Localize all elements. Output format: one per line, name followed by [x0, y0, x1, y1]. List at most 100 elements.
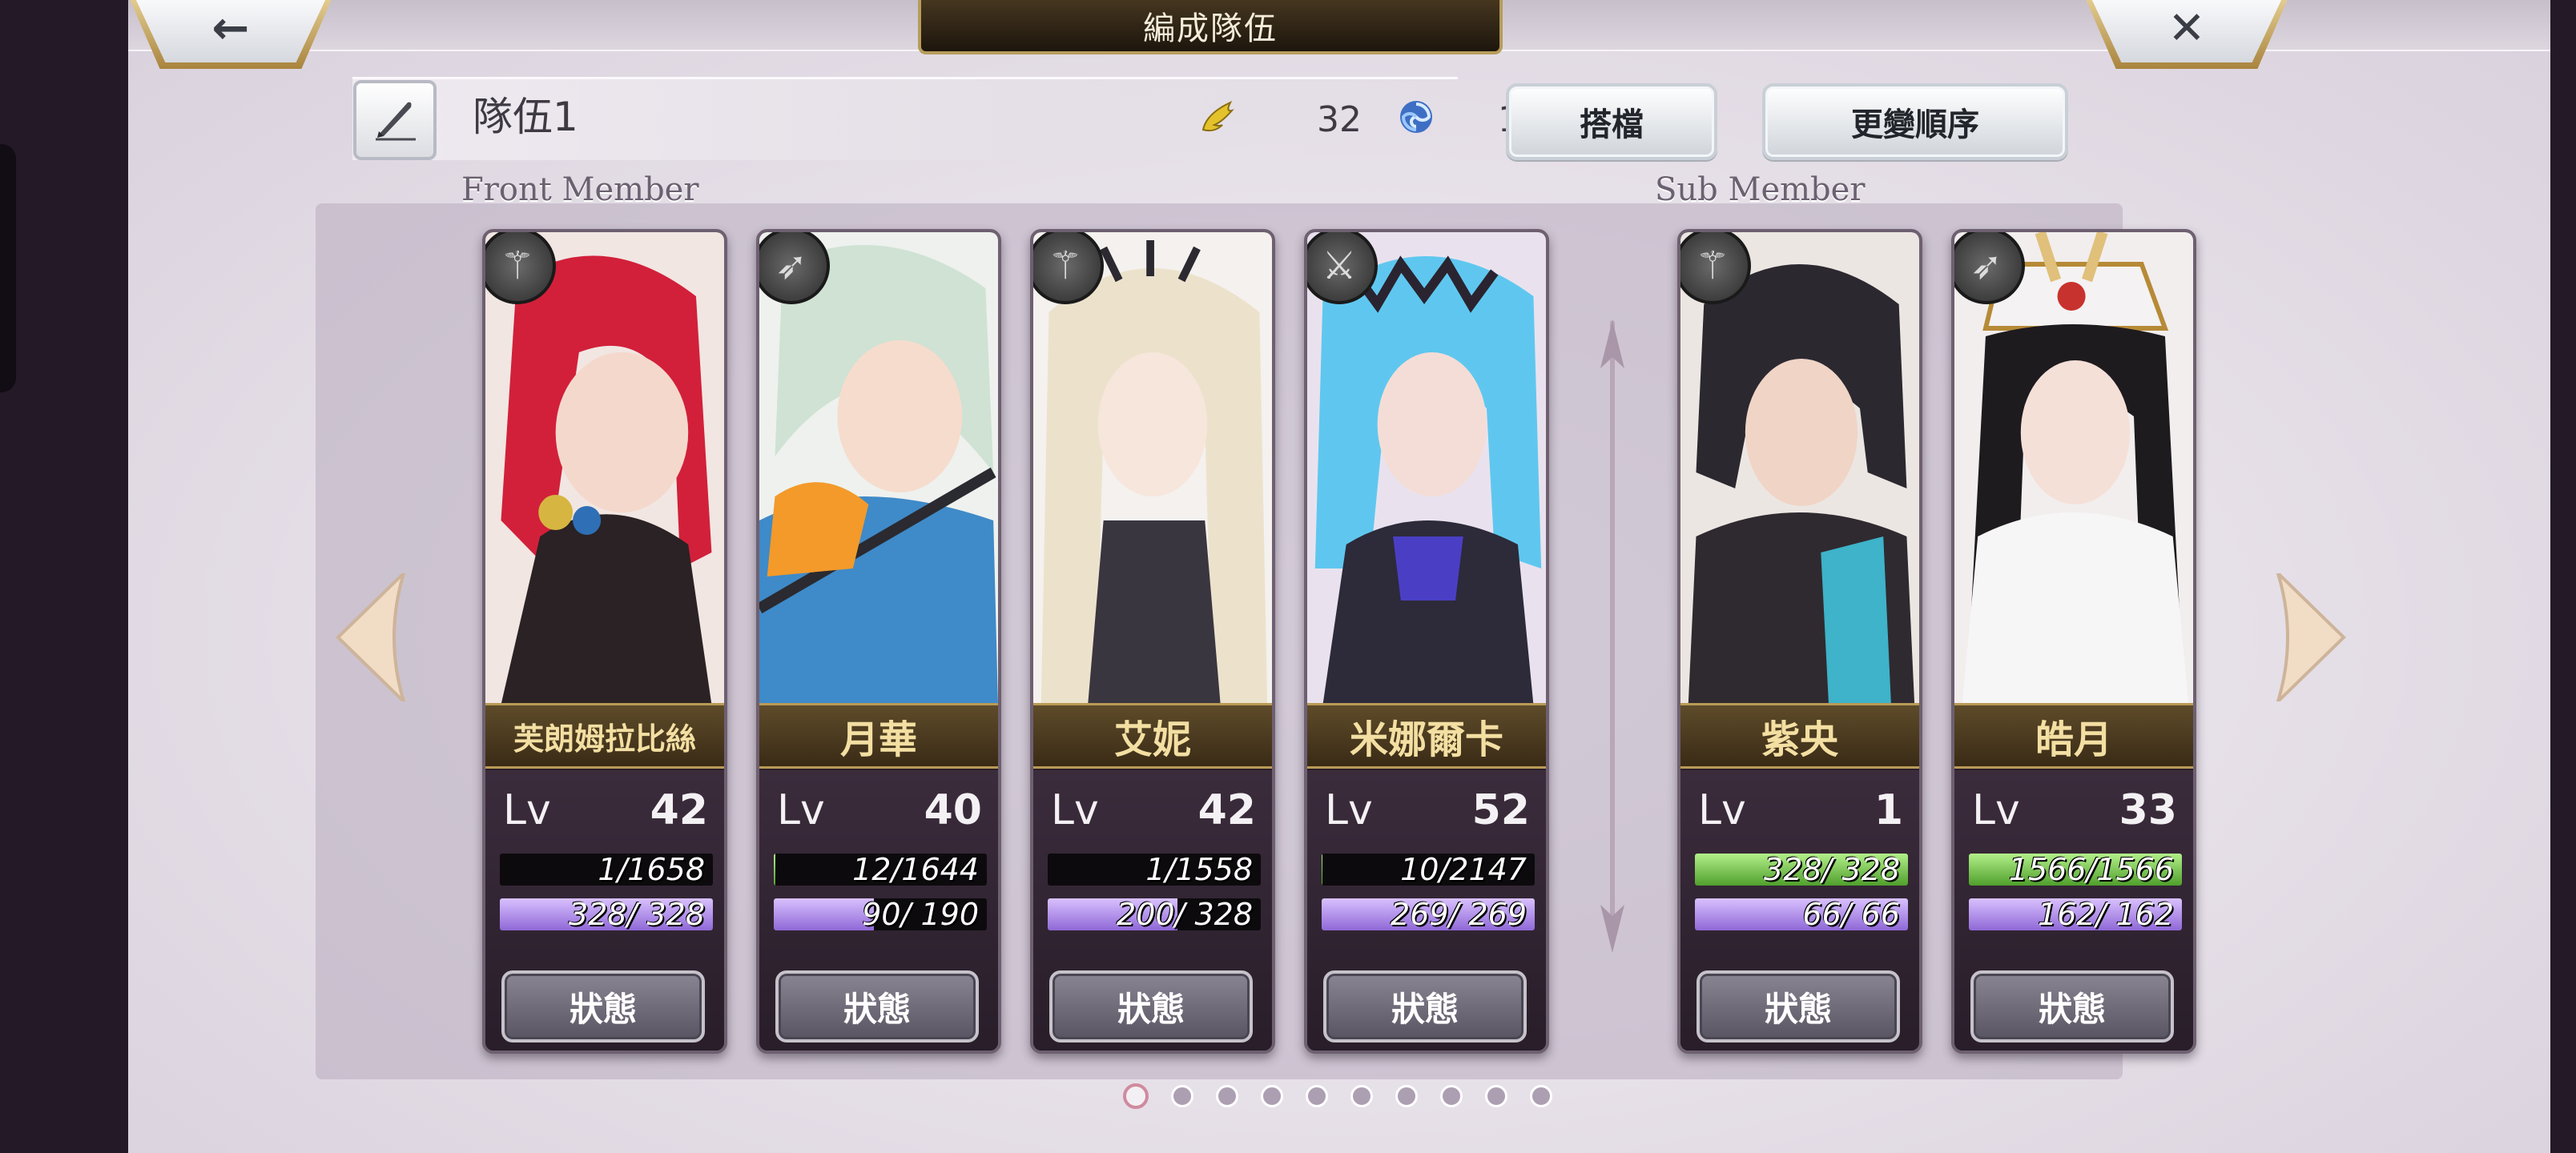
page-dot-3[interactable] [1216, 1085, 1238, 1107]
level-label: Lv [1325, 786, 1373, 834]
character-name-plate: 艾妮 [1033, 703, 1272, 769]
previous-team-arrow-icon[interactable] [335, 573, 407, 701]
sub-member-card-1[interactable]: ⚚ 紫央 Lv 1 328/ 328 66/ 66 狀態 [1677, 229, 1922, 1054]
character-name-plate: 月華 [759, 703, 998, 769]
hp-text: 1566/1566 [2008, 854, 2174, 886]
page-dot-2[interactable] [1171, 1085, 1193, 1107]
team-page-indicator [1123, 1083, 1552, 1110]
character-name-plate: 米娜爾卡 [1307, 703, 1546, 769]
back-button[interactable]: ← [127, 0, 335, 69]
character-name: 艾妮 [1113, 717, 1191, 762]
front-member-card-4[interactable]: ⚔ 米娜爾卡 Lv 52 10/2147 269/ 269 狀態 [1304, 229, 1549, 1054]
character-stats: Lv 1 328/ 328 66/ 66 狀態 [1680, 770, 1919, 1051]
character-stats: Lv 52 10/2147 269/ 269 狀態 [1307, 770, 1546, 1051]
character-name-plate: 紫央 [1680, 703, 1919, 769]
page-dot-9[interactable] [1485, 1085, 1507, 1107]
sp-bar: 66/ 66 [1695, 898, 1908, 930]
character-name: 紫央 [1761, 717, 1838, 762]
page-title-banner: 編成隊伍 [918, 0, 1503, 54]
change-order-button[interactable]: 更變順序 [1762, 83, 2068, 160]
swirl-icon [1400, 101, 1432, 133]
page-dot-10[interactable] [1530, 1085, 1552, 1107]
level-value: 52 [1471, 786, 1530, 834]
hp-bar: 1566/1566 [1969, 854, 2182, 886]
hp-bar: 12/1644 [774, 854, 987, 886]
hp-text: 10/2147 [1400, 854, 1527, 886]
sp-bar: 162/ 162 [1969, 898, 2182, 930]
level-label: Lv [777, 786, 825, 834]
level-value: 42 [1197, 786, 1256, 834]
level-label: Lv [1698, 786, 1746, 834]
team-cost-current: 32 [1317, 99, 1362, 140]
wing-icon [1201, 100, 1234, 132]
level-value: 33 [2119, 786, 2177, 834]
character-name-plate: 皓月 [1954, 703, 2193, 769]
arrow-left-icon: ← [211, 2, 250, 54]
front-member-card-2[interactable]: ➶ 月華 Lv 40 12/1644 90/ 190 狀態 [756, 229, 1001, 1054]
page-dot-8[interactable] [1440, 1085, 1463, 1107]
level-value: 1 [1874, 786, 1903, 834]
section-divider [1610, 320, 1615, 929]
sp-bar: 328/ 328 [500, 898, 713, 930]
sp-text: 200/ 328 [1117, 898, 1253, 930]
level-value: 40 [924, 786, 982, 834]
sub-member-card-2[interactable]: ➶ 皓月 Lv 33 1566/1566 162/ 162 狀態 [1951, 229, 2196, 1054]
status-button[interactable]: 狀態 [1323, 970, 1527, 1043]
sp-text: 328/ 328 [569, 898, 705, 930]
left-system-handle [0, 144, 16, 392]
team-name: 隊伍1 [473, 94, 578, 140]
status-button[interactable]: 狀態 [1970, 970, 2174, 1043]
sp-bar: 90/ 190 [774, 898, 987, 930]
character-name-plate: 芙朗姆拉比絲 [485, 703, 724, 769]
quill-pen-icon [376, 102, 416, 141]
front-member-card-1[interactable]: ⚚ 芙朗姆拉比絲 Lv 42 1/1658 328/ 328 狀態 [482, 229, 727, 1054]
close-button[interactable]: ✕ [2083, 0, 2291, 69]
page-dot-7[interactable] [1395, 1085, 1418, 1107]
hp-bar: 328/ 328 [1695, 854, 1908, 886]
hp-bar: 1/1558 [1048, 854, 1261, 886]
hp-bar: 10/2147 [1322, 854, 1535, 886]
character-stats: Lv 42 1/1658 328/ 328 狀態 [485, 770, 724, 1051]
hp-bar: 1/1658 [500, 854, 713, 886]
character-name: 芙朗姆拉比絲 [513, 720, 696, 757]
character-name: 皓月 [2035, 717, 2112, 762]
hp-text: 12/1644 [852, 854, 979, 886]
sp-text: 162/ 162 [2038, 898, 2174, 930]
character-stats: Lv 33 1566/1566 162/ 162 狀態 [1954, 770, 2193, 1051]
next-team-arrow-icon[interactable] [2275, 573, 2347, 701]
character-name: 米娜爾卡 [1349, 717, 1503, 762]
status-button[interactable]: 狀態 [501, 970, 705, 1043]
page-title: 編成隊伍 [1143, 10, 1278, 47]
front-member-label: Front Member [461, 171, 699, 208]
edit-team-name-button[interactable] [353, 80, 437, 160]
left-system-bar [0, 0, 128, 1153]
level-value: 42 [650, 786, 708, 834]
hp-text: 1/1558 [1145, 854, 1253, 886]
status-button[interactable]: 狀態 [775, 970, 979, 1043]
sp-text: 66/ 66 [1802, 898, 1900, 930]
partner-button[interactable]: 搭檔 [1506, 83, 1717, 160]
status-button[interactable]: 狀態 [1049, 970, 1253, 1043]
status-button[interactable]: 狀態 [1697, 970, 1900, 1043]
divider-bottom-ornament [1600, 905, 1624, 953]
character-stats: Lv 42 1/1558 200/ 328 狀態 [1033, 770, 1272, 1051]
level-label: Lv [503, 786, 551, 834]
front-member-card-3[interactable]: ⚚ 艾妮 Lv 42 1/1558 200/ 328 狀態 [1030, 229, 1275, 1054]
sp-text: 90/ 190 [862, 898, 979, 930]
character-name: 月華 [839, 717, 917, 762]
hp-text: 1/1658 [598, 854, 705, 886]
character-stats: Lv 40 12/1644 90/ 190 狀態 [759, 770, 998, 1051]
page-dot-6[interactable] [1350, 1085, 1373, 1107]
level-label: Lv [1051, 786, 1099, 834]
level-label: Lv [1972, 786, 2020, 834]
sp-bar: 200/ 328 [1048, 898, 1261, 930]
sp-text: 269/ 269 [1391, 898, 1527, 930]
page-dot-4[interactable] [1261, 1085, 1283, 1107]
close-icon: ✕ [2167, 2, 2206, 54]
hp-text: 328/ 328 [1764, 854, 1900, 886]
divider-top-ornament [1600, 320, 1624, 368]
right-system-bar [2550, 0, 2576, 1153]
page-dot-1[interactable] [1123, 1083, 1149, 1109]
sp-bar: 269/ 269 [1322, 898, 1535, 930]
page-dot-5[interactable] [1306, 1085, 1328, 1107]
